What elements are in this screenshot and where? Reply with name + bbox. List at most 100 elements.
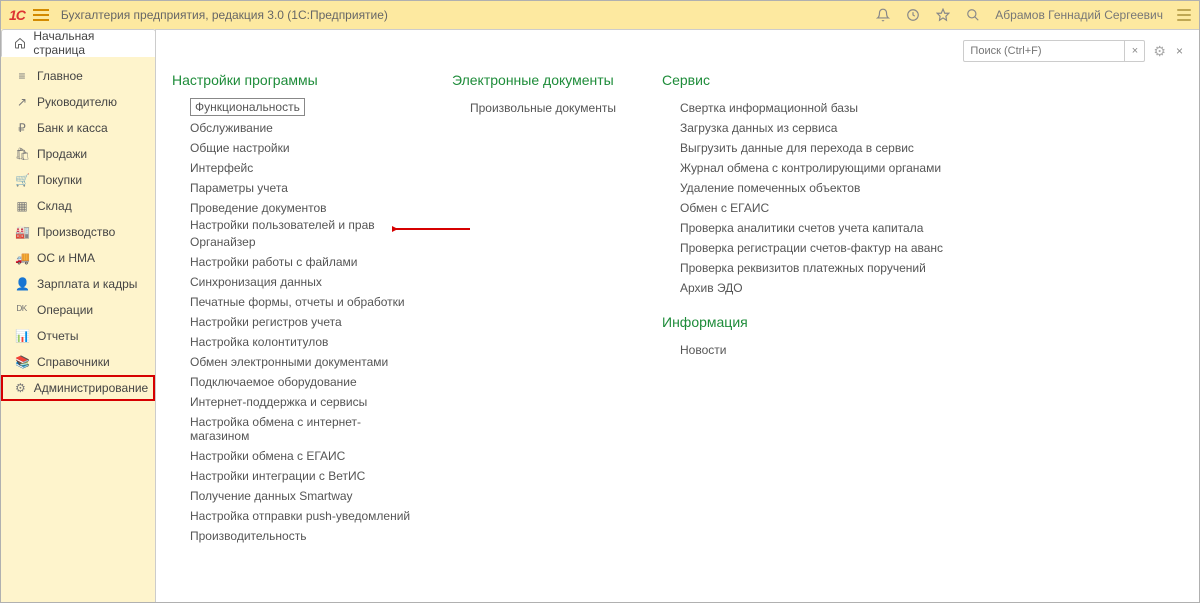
link-load-from-service[interactable]: Загрузка данных из сервиса (662, 118, 952, 138)
link-smartway[interactable]: Получение данных Smartway (172, 486, 412, 506)
sidebar-item-label: Администрирование (34, 381, 148, 395)
sidebar-item-stock[interactable]: ▦ Склад (1, 193, 155, 219)
link-check-payment[interactable]: Проверка реквизитов платежных поручений (662, 258, 952, 278)
link-arbitrary-docs[interactable]: Произвольные документы (452, 98, 622, 118)
clear-search-icon[interactable]: × (1124, 41, 1144, 61)
topbar-right: Абрамов Геннадий Сергеевич (875, 7, 1191, 23)
sidebar-item-label: Главное (37, 69, 83, 83)
search-icon[interactable] (965, 7, 981, 23)
sidebar-item-admin[interactable]: ⚙ Администрирование (1, 375, 155, 401)
sidebar-item-manager[interactable]: ↗ Руководителю (1, 89, 155, 115)
grid-icon: ▦ (15, 199, 29, 213)
sidebar-item-bank[interactable]: ₽Банк и касса (1, 115, 155, 141)
truck-icon: 🚚 (15, 251, 29, 265)
app-window: 1С Бухгалтерия предприятия, редакция 3.0… (0, 0, 1200, 603)
col-edocs-title: Электронные документы (452, 72, 622, 88)
main-panel: × ⚙ × Настройки программы Функциональнос… (155, 29, 1199, 602)
searchbox[interactable]: × (963, 40, 1145, 62)
sidebar-item-assets[interactable]: 🚚 ОС и НМА (1, 245, 155, 271)
sidebar-item-label: Справочники (37, 355, 110, 369)
topbar: 1С Бухгалтерия предприятия, редакция 3.0… (1, 1, 1199, 29)
list-icon: ≡ (15, 69, 29, 83)
person-icon: 👤 (15, 277, 29, 291)
sidebar-item-label: Отчеты (37, 329, 78, 343)
link-maintenance[interactable]: Обслуживание (172, 118, 412, 138)
link-check-invoices[interactable]: Проверка регистрации счетов-фактур на ав… (662, 238, 952, 258)
link-egais-exchange[interactable]: Настройки обмена с ЕГАИС (172, 446, 412, 466)
sidebar-item-production[interactable]: 🏭 Производство (1, 219, 155, 245)
link-files[interactable]: Настройки работы с файлами (172, 252, 412, 272)
sidebar-item-buy[interactable]: 🛒Покупки (1, 167, 155, 193)
username[interactable]: Абрамов Геннадий Сергеевич (995, 8, 1163, 22)
link-export-to-service[interactable]: Выгрузить данные для перехода в сервис (662, 138, 952, 158)
window-title: Бухгалтерия предприятия, редакция 3.0 (1… (61, 8, 869, 22)
body: Начальная страница ≡ Главное ↗ Руководител… (1, 29, 1199, 602)
menu-icon[interactable] (33, 9, 49, 21)
link-organizer[interactable]: Органайзер (172, 232, 412, 252)
link-edoc-exchange[interactable]: Обмен электронными документами (172, 352, 412, 372)
star-icon[interactable] (935, 7, 951, 23)
books-icon: 📚 (15, 355, 29, 369)
sidebar-item-label: Производство (37, 225, 115, 239)
sidebar: Начальная страница ≡ Главное ↗ Руководител… (1, 29, 155, 602)
bag-icon: 🛍 (15, 147, 29, 161)
sidebar-item-label: Покупки (37, 173, 82, 187)
col-settings: Настройки программы Функциональность Обс… (172, 72, 412, 546)
sidebar-item-hr[interactable]: 👤 Зарплата и кадры (1, 271, 155, 297)
sidebar-item-label: Зарплата и кадры (37, 277, 137, 291)
link-push[interactable]: Настройка отправки push-уведомлений (172, 506, 412, 526)
link-exchange-journal[interactable]: Журнал обмена с контролирующими органами (662, 158, 952, 178)
link-eshop-exchange[interactable]: Настройка обмена с интернет-магазином (172, 412, 412, 446)
sidebar-item-main[interactable]: ≡ Главное (1, 63, 155, 89)
link-headers[interactable]: Настройка колонтитулов (172, 332, 412, 352)
link-print-forms[interactable]: Печатные формы, отчеты и обработки (172, 292, 412, 312)
link-functionality[interactable]: Функциональность (190, 98, 305, 116)
sidebar-item-refs[interactable]: 📚 Справочники (1, 349, 155, 375)
sidebar-item-label: Операции (37, 303, 93, 317)
search-row: × ⚙ × (963, 40, 1183, 62)
sidebar-item-label: Склад (37, 199, 72, 213)
link-users-rights[interactable]: Настройки пользователей и прав (172, 215, 375, 235)
link-performance[interactable]: Производительность (172, 526, 412, 546)
chart-up-icon: ↗ (15, 95, 29, 109)
logo-1c: 1С (9, 7, 25, 23)
link-infobase-wrap[interactable]: Свертка информационной базы (662, 98, 952, 118)
link-sync[interactable]: Синхронизация данных (172, 272, 412, 292)
link-interface[interactable]: Интерфейс (172, 158, 412, 178)
tab-home[interactable]: Начальная страница (1, 29, 156, 57)
col-edocs: Электронные документы Произвольные докум… (452, 72, 622, 546)
close-panel-icon[interactable]: × (1176, 44, 1183, 58)
home-icon (12, 35, 27, 51)
ruble-icon: ₽ (15, 121, 29, 135)
sidebar-item-label: Продажи (37, 147, 87, 161)
col-settings-title: Настройки программы (172, 72, 412, 88)
link-delete-marked[interactable]: Удаление помеченных объектов (662, 178, 952, 198)
link-registers[interactable]: Настройки регистров учета (172, 312, 412, 332)
link-edo-archive[interactable]: Архив ЭДО (662, 278, 952, 298)
bell-icon[interactable] (875, 7, 891, 23)
sidebar-item-label: ОС и НМА (37, 251, 95, 265)
link-general-settings[interactable]: Общие настройки (172, 138, 412, 158)
panel-settings-icon[interactable]: ⚙ (1153, 43, 1166, 60)
sidebar-item-label: Руководителю (37, 95, 117, 109)
search-input[interactable] (964, 45, 1124, 57)
link-internet-support[interactable]: Интернет-поддержка и сервисы (172, 392, 412, 412)
sidebar-item-reports[interactable]: 📊Отчеты (1, 323, 155, 349)
dk-icon: ᴰᴷ (15, 303, 29, 317)
link-accounting-params[interactable]: Параметры учета (172, 178, 412, 198)
columns: Настройки программы Функциональность Обс… (172, 72, 1183, 546)
sidebar-item-sales[interactable]: 🛍 Продажи (1, 141, 155, 167)
link-check-capital[interactable]: Проверка аналитики счетов учета капитала (662, 218, 952, 238)
link-news[interactable]: Новости (662, 340, 952, 360)
link-egais-exch[interactable]: Обмен с ЕГАИС (662, 198, 952, 218)
sidebar-items: ≡ Главное ↗ Руководителю ₽Банк и касса 🛍 Пр… (1, 57, 155, 401)
sidebar-item-ops[interactable]: ᴰᴷ Операции (1, 297, 155, 323)
factory-icon: 🏭 (15, 225, 29, 239)
col-service: Сервис Свертка информационной базы Загру… (662, 72, 952, 546)
history-icon[interactable] (905, 7, 921, 23)
gear-icon: ⚙ (15, 381, 26, 395)
more-icon[interactable] (1177, 9, 1191, 21)
link-equipment[interactable]: Подключаемое оборудование (172, 372, 412, 392)
link-vetis[interactable]: Настройки интеграции с ВетИС (172, 466, 412, 486)
col-info-title: Информация (662, 314, 952, 330)
